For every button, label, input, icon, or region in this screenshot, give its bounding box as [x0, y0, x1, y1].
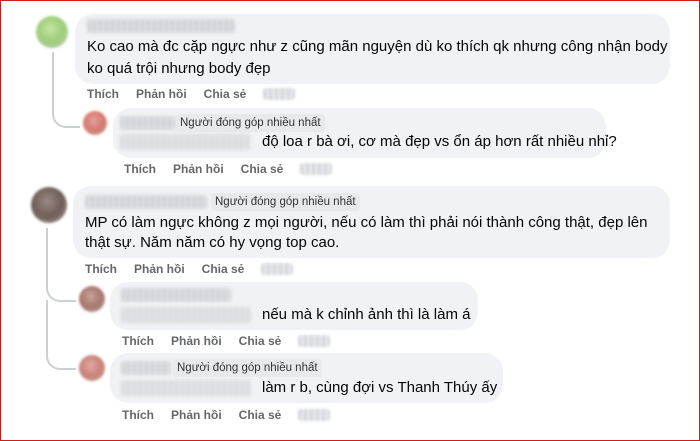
blurred-mention: [120, 134, 250, 150]
comment-actions: Thích Phản hồi Chia sẻ: [122, 408, 331, 422]
thread-line: [52, 86, 80, 128]
share-button[interactable]: Chia sẻ: [202, 262, 245, 276]
commenter-name[interactable]: [121, 361, 171, 375]
avatar[interactable]: [83, 111, 107, 135]
timestamp[interactable]: [298, 409, 331, 421]
timestamp[interactable]: [300, 163, 333, 175]
share-button[interactable]: Chia sẻ: [239, 334, 282, 348]
thread-line: [46, 228, 48, 278]
reply-button[interactable]: Phản hồi: [173, 162, 224, 176]
comment-text: MP có làm ngực không z mọi người, nếu có…: [85, 214, 648, 231]
timestamp[interactable]: [298, 335, 331, 347]
avatar[interactable]: [36, 16, 68, 48]
like-button[interactable]: Thích: [122, 334, 154, 348]
blurred-mention: [121, 307, 251, 323]
avatar[interactable]: [79, 286, 105, 312]
share-button[interactable]: Chia sẻ: [239, 408, 282, 422]
top-fan-badge: Người đóng góp nhiều nhất: [176, 114, 325, 132]
comment-actions: Thích Phản hồi Chia sẻ: [122, 334, 331, 348]
commenter-name[interactable]: [87, 19, 235, 33]
reply-button[interactable]: Phản hồi: [171, 408, 222, 422]
comment-text: Ko cao mà đc cặp ngực như z cũng mãn ngu…: [87, 38, 668, 55]
comment-text: thật sự. Năm năm có hy vọng top cao.: [85, 234, 340, 251]
thread-line: [52, 52, 54, 86]
top-fan-badge: Người đóng góp nhiều nhất: [173, 359, 322, 377]
thread-line: [46, 278, 76, 302]
avatar[interactable]: [31, 187, 67, 223]
commenter-name[interactable]: [85, 195, 207, 209]
reply-button[interactable]: Phản hồi: [171, 334, 222, 348]
share-button[interactable]: Chia sẻ: [204, 87, 247, 101]
like-button[interactable]: Thích: [85, 262, 117, 276]
comment-actions: Thích Phản hồi Chia sẻ: [87, 87, 296, 101]
like-button[interactable]: Thích: [124, 162, 156, 176]
comment-actions: Thích Phản hồi Chia sẻ: [85, 262, 294, 276]
thread-line: [46, 300, 76, 370]
commenter-name[interactable]: [120, 116, 176, 130]
like-button[interactable]: Thích: [87, 87, 119, 101]
like-button[interactable]: Thích: [122, 408, 154, 422]
reply-button[interactable]: Phản hồi: [134, 262, 185, 276]
commenter-name[interactable]: [121, 288, 231, 302]
comment-text: nếu mà k chỉnh ảnh thì là làm á: [262, 306, 471, 323]
comment-text: ko quá trội nhưng body đẹp: [87, 60, 271, 77]
timestamp[interactable]: [263, 88, 296, 100]
comment-text: độ loa r bà ơi, cơ mà đẹp vs ổn áp hơn r…: [262, 133, 617, 150]
comment-text: làm r b, cùng đợi vs Thanh Thúy ấy: [262, 379, 498, 396]
top-fan-badge: Người đóng góp nhiều nhất: [211, 193, 360, 211]
comment-actions: Thích Phản hồi Chia sẻ: [124, 162, 333, 176]
blurred-mention: [121, 380, 251, 396]
reply-button[interactable]: Phản hồi: [136, 87, 187, 101]
timestamp[interactable]: [261, 263, 294, 275]
share-button[interactable]: Chia sẻ: [241, 162, 284, 176]
avatar[interactable]: [79, 355, 105, 381]
